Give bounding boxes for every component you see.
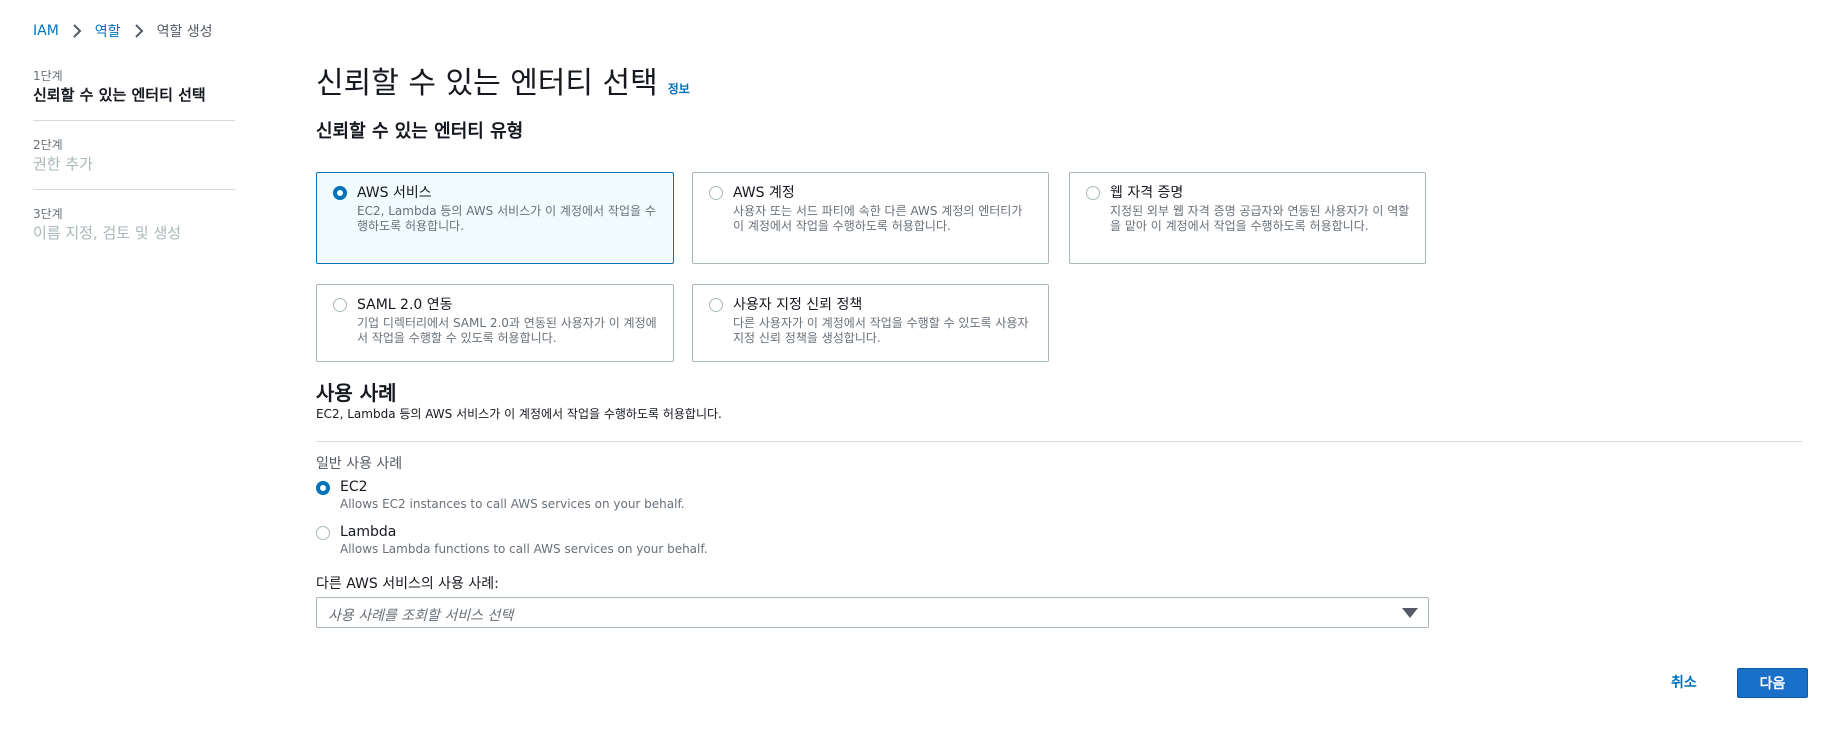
breadcrumb-roles-link[interactable]: 역할	[95, 21, 121, 41]
use-case-title: 사용 사례	[316, 381, 397, 405]
service-select[interactable]: 사용 사례를 조회할 서비스 선택	[316, 597, 1429, 628]
select-placeholder: 사용 사례를 조회할 서비스 선택	[328, 608, 514, 624]
wizard-steps: 1단계 신뢰할 수 있는 엔터티 선택 2단계 권한 추가 3단계 이름 지정,…	[33, 68, 235, 274]
tile-web-identity[interactable]: 웹 자격 증명 지정된 외부 웹 자격 증명 공급자와 연동된 사용자가 이 역…	[1069, 172, 1426, 264]
step-number: 1단계	[33, 69, 63, 83]
step-number: 3단계	[33, 207, 63, 221]
tile-desc: 사용자 또는 서드 파티에 속한 다른 AWS 계정의 엔터티가 이 계정에서 …	[733, 204, 1023, 233]
step-title: 이름 지정, 검토 및 생성	[33, 224, 182, 242]
tile-title: AWS 계정	[733, 185, 795, 201]
tile-aws-service[interactable]: AWS 서비스 EC2, Lambda 등의 AWS 서비스가 이 계정에서 작…	[316, 172, 674, 264]
step-1: 1단계 신뢰할 수 있는 엔터티 선택	[33, 68, 235, 121]
next-button[interactable]: 다음	[1737, 668, 1808, 698]
step-title: 신뢰할 수 있는 엔터티 선택	[33, 86, 206, 104]
other-services-label: 다른 AWS 서비스의 사용 사례:	[316, 576, 499, 592]
radio-aws-account[interactable]	[709, 186, 723, 200]
option-desc: Allows Lambda functions to call AWS serv…	[340, 542, 708, 556]
step-3: 3단계 이름 지정, 검토 및 생성	[33, 206, 235, 258]
chevron-right-icon	[73, 24, 82, 38]
chevron-right-icon	[134, 24, 143, 38]
step-title: 권한 추가	[33, 155, 93, 173]
tile-title: AWS 서비스	[357, 185, 432, 201]
tile-title: SAML 2.0 연동	[357, 297, 453, 313]
breadcrumb-current: 역할 생성	[156, 24, 213, 40]
option-title: Lambda	[340, 524, 397, 540]
tile-desc: 다른 사용자가 이 계정에서 작업을 수행할 수 있도록 사용자 지정 신뢰 정…	[733, 316, 1029, 345]
step-2: 2단계 권한 추가	[33, 137, 235, 190]
tile-title: 웹 자격 증명	[1110, 185, 1184, 201]
radio-ec2[interactable]	[316, 481, 330, 495]
cancel-button[interactable]: 취소	[1671, 672, 1697, 692]
use-case-option-ec2[interactable]: EC2 Allows EC2 instances to call AWS ser…	[316, 478, 685, 512]
info-link[interactable]: 정보	[668, 82, 690, 96]
radio-aws-service[interactable]	[333, 186, 347, 200]
breadcrumb-iam-link[interactable]: IAM	[33, 23, 59, 39]
tile-desc: 기업 디렉터리에서 SAML 2.0과 연동된 사용자가 이 계정에서 작업을 …	[357, 316, 657, 345]
tile-title: 사용자 지정 신뢰 정책	[733, 297, 863, 313]
section-title: 신뢰할 수 있는 엔터티 유형	[316, 121, 524, 142]
page-title-text: 신뢰할 수 있는 엔터티 선택	[316, 66, 658, 101]
radio-custom-trust-policy[interactable]	[709, 298, 723, 312]
tile-saml-federation[interactable]: SAML 2.0 연동 기업 디렉터리에서 SAML 2.0과 연동된 사용자가…	[316, 284, 674, 362]
divider	[316, 441, 1802, 442]
tile-desc: 지정된 외부 웹 자격 증명 공급자와 연동된 사용자가 이 역할을 맡아 이 …	[1110, 204, 1410, 233]
caret-down-icon	[1402, 608, 1418, 618]
breadcrumb: IAM 역할 역할 생성	[33, 21, 213, 41]
tile-desc: EC2, Lambda 등의 AWS 서비스가 이 계정에서 작업을 수행하도록…	[357, 204, 656, 233]
option-desc: Allows EC2 instances to call AWS service…	[340, 497, 685, 511]
use-case-option-lambda[interactable]: Lambda Allows Lambda functions to call A…	[316, 523, 708, 557]
use-case-desc: EC2, Lambda 등의 AWS 서비스가 이 계정에서 작업을 수행하도록…	[316, 407, 722, 421]
tile-custom-trust-policy[interactable]: 사용자 지정 신뢰 정책 다른 사용자가 이 계정에서 작업을 수행할 수 있도…	[692, 284, 1049, 362]
step-number: 2단계	[33, 138, 63, 152]
common-use-cases-label: 일반 사용 사례	[316, 456, 403, 472]
radio-lambda[interactable]	[316, 526, 330, 540]
page-title: 신뢰할 수 있는 엔터티 선택 정보	[316, 58, 690, 102]
tile-aws-account[interactable]: AWS 계정 사용자 또는 서드 파티에 속한 다른 AWS 계정의 엔터티가 …	[692, 172, 1049, 264]
option-title: EC2	[340, 479, 368, 495]
radio-web-identity[interactable]	[1086, 186, 1100, 200]
radio-saml-federation[interactable]	[333, 298, 347, 312]
